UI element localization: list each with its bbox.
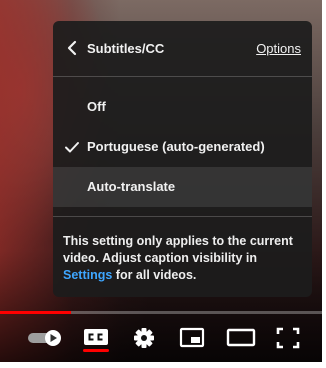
menu-item-label: Portuguese (auto-generated) — [87, 139, 265, 154]
autoplay-toggle[interactable] — [26, 316, 66, 360]
caption-setting-note: This setting only applies to the current… — [63, 233, 308, 284]
theater-mode-icon[interactable] — [222, 316, 260, 360]
check-icon — [65, 142, 79, 153]
menu-item-label: Auto-translate — [87, 179, 176, 194]
player-controls — [0, 316, 322, 360]
settings-gear-icon[interactable] — [128, 316, 160, 360]
menu-item-portuguese[interactable]: Portuguese (auto-generated) — [53, 127, 312, 167]
note-text: This setting only applies to the current… — [63, 234, 293, 265]
menu-item-label: Off — [87, 99, 106, 114]
miniplayer-icon[interactable] — [174, 316, 210, 360]
note-text-end: for all videos. — [112, 268, 197, 282]
chevron-left-icon[interactable] — [65, 40, 79, 56]
menu-header: Subtitles/CC Options — [53, 21, 312, 77]
subtitles-cc-icon[interactable] — [78, 316, 114, 360]
settings-link[interactable]: Settings — [63, 268, 112, 282]
fullscreen-icon[interactable] — [272, 316, 304, 360]
progress-bar[interactable] — [0, 311, 322, 314]
progress-played — [0, 311, 71, 314]
menu-divider — [53, 216, 312, 217]
subtitles-menu: Subtitles/CC Options Off Portuguese (aut… — [53, 21, 312, 297]
menu-item-off[interactable]: Off — [53, 87, 312, 127]
menu-item-auto-translate[interactable]: Auto-translate — [53, 167, 312, 207]
menu-title[interactable]: Subtitles/CC — [87, 41, 164, 56]
options-link[interactable]: Options — [256, 41, 301, 56]
